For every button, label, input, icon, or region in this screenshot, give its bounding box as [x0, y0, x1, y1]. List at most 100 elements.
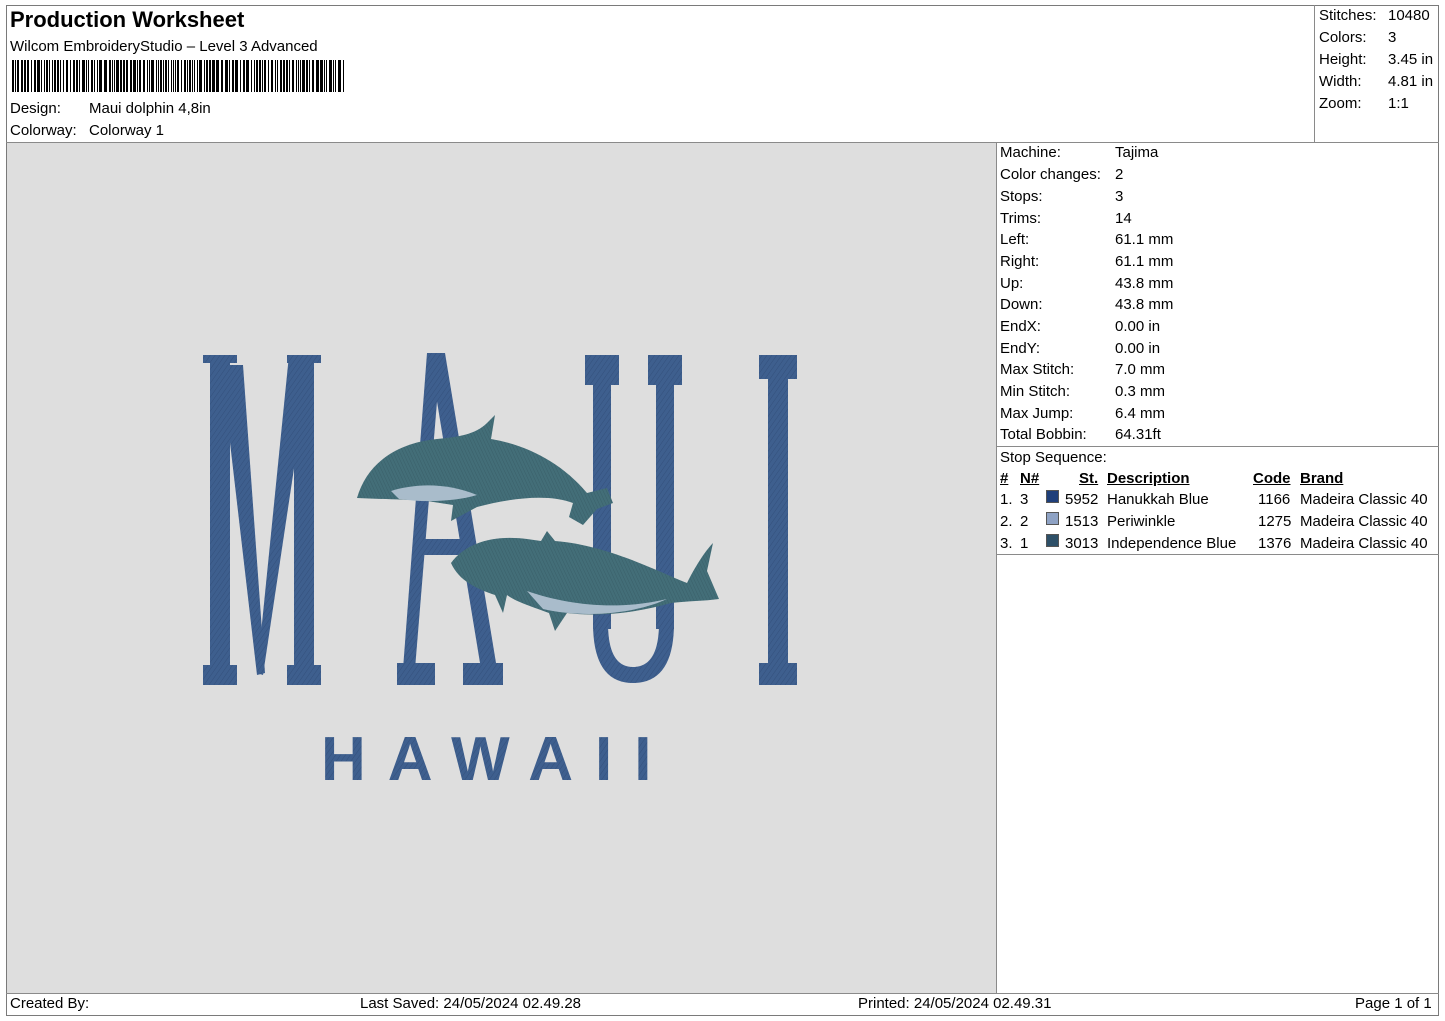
barcode-bar	[120, 60, 122, 92]
dolphin-bottom	[451, 531, 719, 631]
spec-value: 2	[1115, 166, 1124, 183]
barcode-bar	[197, 60, 198, 92]
col-index: #	[1000, 470, 1009, 487]
barcode-bar	[254, 60, 255, 92]
spec-row: Up: 43.8 mm	[1000, 275, 1173, 292]
barcode-bar	[175, 60, 176, 92]
barcode-bar	[277, 60, 278, 92]
barcode-bar	[338, 60, 341, 92]
row-code: 1275	[1258, 513, 1292, 530]
row-code: 1166	[1258, 491, 1291, 508]
barcode-bar	[147, 60, 148, 92]
stop-sequence-divider	[996, 554, 1439, 555]
barcode-bar	[316, 60, 319, 92]
summary-label: Zoom:	[1319, 95, 1362, 112]
barcode-bar	[292, 60, 294, 92]
barcode-bar	[235, 60, 238, 92]
spec-row: Total Bobbin: 64.31ft	[1000, 426, 1161, 443]
letter-i	[759, 355, 797, 685]
barcode-bar	[123, 60, 125, 92]
barcode-bar	[296, 60, 297, 92]
software-name: Wilcom EmbroideryStudio – Level 3 Advanc…	[10, 38, 318, 55]
spec-label: Min Stitch:	[1000, 383, 1071, 400]
spec-row: Min Stitch: 0.3 mm	[1000, 383, 1165, 400]
col-brand: Brand	[1300, 470, 1344, 487]
barcode-bar	[66, 60, 68, 92]
barcode-bar	[99, 60, 102, 92]
barcode-bar	[204, 60, 205, 92]
summary-value: 10480	[1388, 7, 1430, 24]
barcode-bar	[139, 60, 141, 92]
spec-row: Max Stitch: 7.0 mm	[1000, 361, 1165, 378]
barcode-bar	[160, 60, 162, 92]
barcode-bar	[114, 60, 115, 92]
spec-row: Right: 61.1 mm	[1000, 253, 1173, 270]
barcode-bar	[12, 60, 14, 92]
dolphin-top	[357, 415, 613, 525]
spec-label: Trims:	[1000, 210, 1042, 227]
page-title: Production Worksheet	[10, 7, 245, 32]
spec-label: Right:	[1000, 253, 1040, 270]
page-number: Page 1 of 1	[1355, 995, 1432, 1012]
barcode-bar	[251, 60, 252, 92]
row-st: 1513	[1065, 513, 1099, 530]
barcode-bar	[137, 60, 138, 92]
barcode-bar	[17, 60, 19, 92]
spec-label: EndX:	[1000, 318, 1041, 335]
letter-a	[397, 353, 503, 685]
color-swatch	[1046, 534, 1059, 547]
spec-row: Left: 61.1 mm	[1000, 231, 1173, 248]
barcode-bar	[54, 60, 56, 92]
barcode-bar	[264, 60, 266, 92]
barcode-bar	[286, 60, 288, 92]
barcode-bar	[151, 60, 154, 92]
barcode-bar	[143, 60, 145, 92]
design-info: Design: Maui dolphin 4,8in Colorway: Col…	[10, 100, 410, 140]
spec-value: 61.1 mm	[1115, 253, 1174, 270]
barcode-bar	[216, 60, 219, 92]
barcode-bar	[192, 60, 193, 92]
created-by: Created By:	[10, 995, 90, 1012]
summary-label: Stitches:	[1319, 7, 1377, 24]
barcode-bar	[168, 60, 169, 92]
barcode-bar	[76, 60, 78, 92]
barcode-graphic	[12, 60, 344, 92]
barcode-bar	[52, 60, 53, 92]
barcode-bar	[73, 60, 75, 92]
barcode-bar	[300, 60, 301, 92]
barcode-bar	[130, 60, 132, 92]
summary-value: 4.81 in	[1388, 73, 1434, 90]
barcode-bar	[31, 60, 32, 92]
barcode-bar	[63, 60, 64, 92]
barcode-bar	[312, 60, 314, 92]
footer-divider	[6, 993, 1439, 994]
barcode-bar	[246, 60, 249, 92]
summary-value: 3.45 in	[1388, 51, 1434, 68]
row-description: Independence Blue	[1107, 535, 1237, 552]
barcode-bar	[104, 60, 107, 92]
barcode-bar	[194, 60, 195, 92]
row-brand: Madeira Classic 40	[1300, 513, 1428, 530]
last-saved: Last Saved: 24/05/2024 02.49.28	[360, 995, 582, 1012]
row-index: 3.	[1000, 535, 1013, 552]
barcode-bar	[70, 60, 71, 92]
barcode-bar	[309, 60, 310, 92]
spec-row: Color changes: 2	[1000, 166, 1123, 183]
row-n: 1	[1020, 535, 1029, 552]
barcode-bar	[24, 60, 26, 92]
barcode-bar	[256, 60, 258, 92]
row-description: Hanukkah Blue	[1107, 491, 1209, 508]
barcode-bar	[34, 60, 36, 92]
barcode-bar	[259, 60, 261, 92]
spec-row: EndX: 0.00 in	[1000, 318, 1160, 335]
design-preview: HAWAII	[7, 143, 996, 993]
barcode-bar	[149, 60, 150, 92]
barcode-bar	[173, 60, 174, 92]
spec-label: Max Stitch:	[1000, 361, 1075, 378]
barcode-bar	[289, 60, 290, 92]
colorway-value: Colorway 1	[89, 122, 165, 139]
row-n: 2	[1020, 513, 1029, 530]
summary-label: Width:	[1319, 73, 1362, 90]
spec-row: Trims: 14	[1000, 210, 1132, 227]
spec-label: Down:	[1000, 296, 1043, 313]
